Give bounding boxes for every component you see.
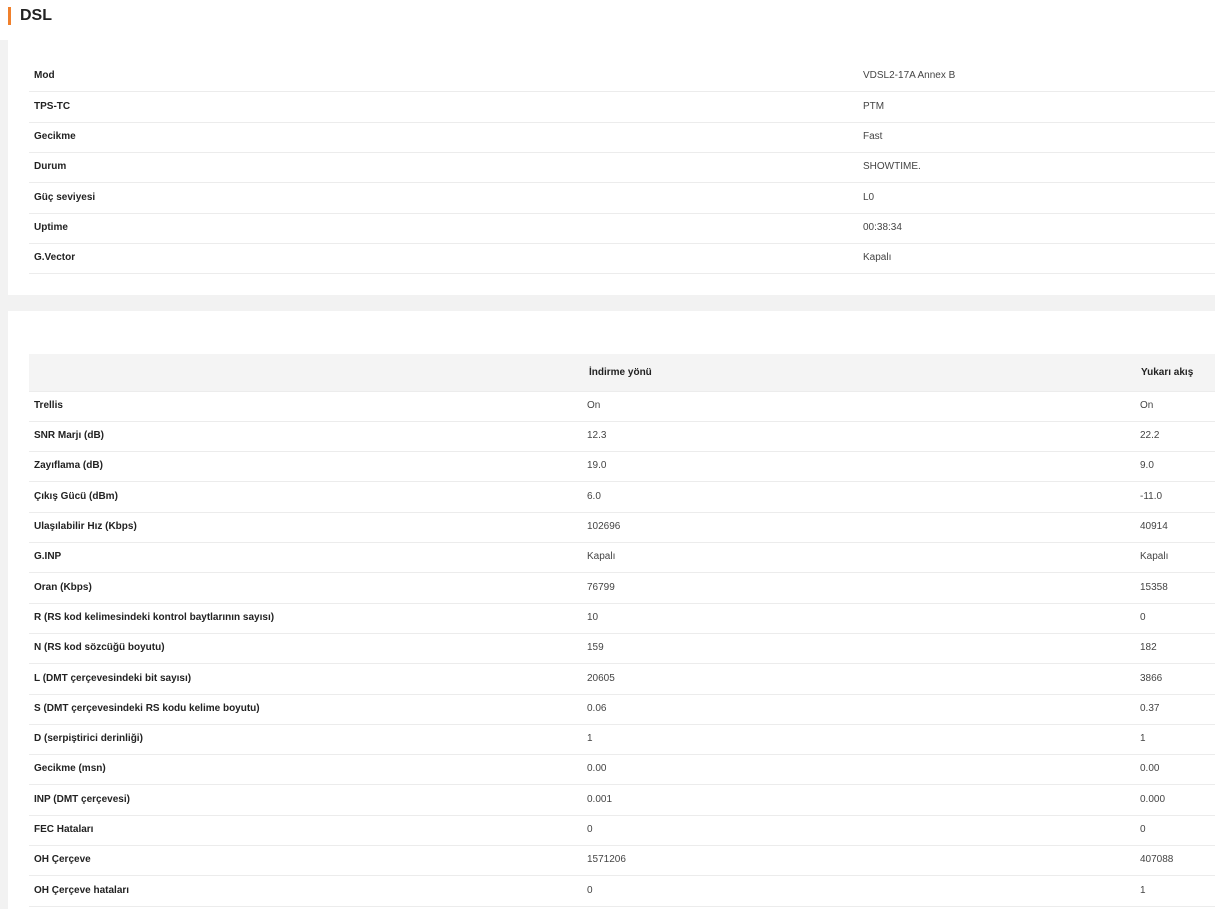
row-label: N (RS kod sözcüğü boyutu) [34,642,165,653]
downstream-value: 1571206 [587,854,626,865]
table-row: Trellis On On [29,391,1215,422]
row-label: Trellis [34,400,63,411]
title-accent-bar [8,7,11,25]
table-row: Oran (Kbps) 76799 15358 [29,573,1215,604]
downstream-value: 20605 [587,673,615,684]
status-label: Gecikme [34,131,76,142]
downstream-value: On [587,400,601,411]
status-label: G.Vector [34,252,76,263]
status-row-uptime: Uptime 00:38:34 [29,213,1215,244]
row-label: SNR Marjı (dB) [34,430,104,441]
status-row-state: Durum SHOWTIME. [29,152,1215,183]
row-label: S (DMT çerçevesindeki RS kodu kelime boy… [34,703,260,714]
downstream-value: 0 [587,824,593,835]
upstream-value: Kapalı [1140,551,1169,562]
upstream-value: 1 [1140,885,1146,896]
table-row: SNR Marjı (dB) 12.3 22.2 [29,421,1215,452]
upstream-value: 9.0 [1140,460,1154,471]
table-row: D (serpiştirici derinliği) 1 1 [29,724,1215,755]
table-row: S (DMT çerçevesindeki RS kodu kelime boy… [29,694,1215,725]
downstream-value: 6.0 [587,491,601,502]
upstream-value: 182 [1140,642,1157,653]
table-row: OH Çerçeve 1571206 407088 [29,845,1215,876]
status-label: Mod [34,70,55,81]
dsl-stats-panel: İndirme yönü Yukarı akış Trellis On On S… [8,311,1215,909]
status-value: L0 [863,192,875,203]
upstream-value: 0.000 [1140,794,1166,805]
table-row: G.INP Kapalı Kapalı [29,542,1215,573]
table-row: Gecikme (msn) 0.00 0.00 [29,754,1215,785]
row-label: FEC Hataları [34,824,94,835]
status-value: Kapalı [863,252,892,263]
downstream-value: Kapalı [587,551,616,562]
upstream-value: 0 [1140,612,1146,623]
row-label: Ulaşılabilir Hız (Kbps) [34,521,137,532]
page-header: DSL [0,0,1215,40]
row-label: Oran (Kbps) [34,582,92,593]
row-label: Çıkış Gücü (dBm) [34,491,118,502]
upstream-value: -11.0 [1140,491,1163,502]
status-label: TPS-TC [34,101,71,112]
status-value: Fast [863,131,883,142]
column-header-upstream: Yukarı akış [1141,367,1194,378]
row-label: D (serpiştirici derinliği) [34,733,143,744]
status-label: Uptime [34,222,68,233]
downstream-value: 0.001 [587,794,613,805]
downstream-value: 102696 [587,521,621,532]
downstream-value: 19.0 [587,460,607,471]
dsl-status-panel: Mod VDSL2-17A Annex B TPS-TC PTM Gecikme… [8,40,1215,295]
table-row: INP (DMT çerçevesi) 0.001 0.000 [29,785,1215,816]
table-row: FEC Hataları 0 0 [29,815,1215,846]
upstream-value: 407088 [1140,854,1174,865]
upstream-value: 15358 [1140,582,1168,593]
row-label: G.INP [34,551,62,562]
status-label: Durum [34,161,67,172]
stats-table-header: İndirme yönü Yukarı akış [29,354,1215,392]
upstream-value: 22.2 [1140,430,1160,441]
downstream-value: 0.06 [587,703,607,714]
downstream-value: 1 [587,733,593,744]
upstream-value: On [1140,400,1154,411]
table-row: Çıkış Gücü (dBm) 6.0 -11.0 [29,482,1215,513]
row-label: INP (DMT çerçevesi) [34,794,130,805]
row-label: OH Çerçeve [34,854,91,865]
page-title: DSL [20,7,52,24]
upstream-value: 0 [1140,824,1146,835]
upstream-value: 1 [1140,733,1146,744]
status-value: VDSL2-17A Annex B [863,70,956,81]
table-row: L (DMT çerçevesindeki bit sayısı) 20605 … [29,664,1215,695]
row-label: R (RS kod kelimesindeki kontrol baytları… [34,612,275,623]
dsl-page: DSL Mod VDSL2-17A Annex B TPS-TC PTM Gec… [0,0,1215,909]
table-row: OH Çerçeve hataları 0 1 [29,876,1215,907]
table-row: N (RS kod sözcüğü boyutu) 159 182 [29,633,1215,664]
status-value: 00:38:34 [863,222,902,233]
status-label: Güç seviyesi [34,192,96,203]
column-header-downstream: İndirme yönü [589,367,652,378]
downstream-value: 0 [587,885,593,896]
row-label: Zayıflama (dB) [34,460,103,471]
status-value: PTM [863,101,885,112]
table-row: R (RS kod kelimesindeki kontrol baytları… [29,603,1215,634]
upstream-value: 0.00 [1140,763,1160,774]
downstream-value: 12.3 [587,430,607,441]
downstream-value: 159 [587,642,604,653]
status-value: SHOWTIME. [863,161,921,172]
upstream-value: 40914 [1140,521,1168,532]
table-row: Ulaşılabilir Hız (Kbps) 102696 40914 [29,512,1215,543]
upstream-value: 3866 [1140,673,1163,684]
row-label: OH Çerçeve hataları [34,885,130,896]
table-row: Zayıflama (dB) 19.0 9.0 [29,451,1215,482]
downstream-value: 0.00 [587,763,607,774]
status-row-latency: Gecikme Fast [29,122,1215,153]
row-label: Gecikme (msn) [34,763,106,774]
status-row-tps-tc: TPS-TC PTM [29,92,1215,123]
status-row-gvector: G.Vector Kapalı [29,243,1215,274]
row-label: L (DMT çerçevesindeki bit sayısı) [34,673,192,684]
downstream-value: 10 [587,612,599,623]
status-row-mode: Mod VDSL2-17A Annex B [29,61,1215,92]
downstream-value: 76799 [587,582,615,593]
status-row-power-level: Güç seviyesi L0 [29,183,1215,214]
upstream-value: 0.37 [1140,703,1160,714]
